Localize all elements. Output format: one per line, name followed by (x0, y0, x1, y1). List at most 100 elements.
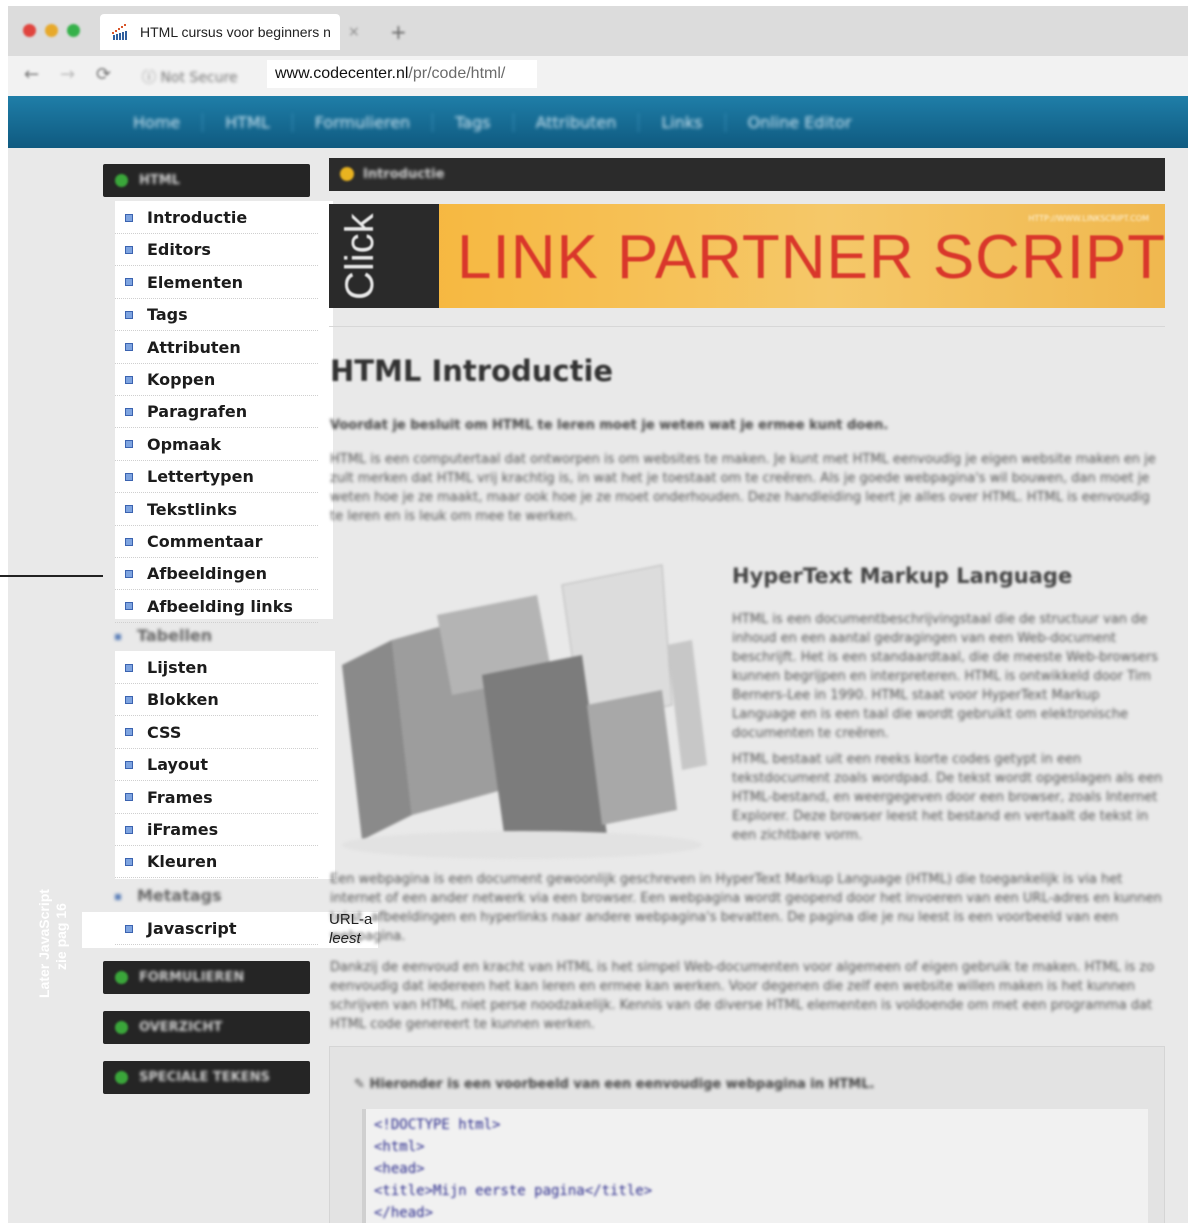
sidebar-item-koppen[interactable]: Koppen (115, 364, 318, 396)
bullet-icon (125, 793, 133, 802)
sidebar-item-label: iFrames (147, 820, 219, 839)
side-annotation: Later JavaScript zie pag 16 (36, 889, 70, 998)
sidebar-item-label: Tabellen (137, 626, 213, 645)
annotation-line: zie pag 16 (53, 903, 69, 970)
html-3d-logo-image (342, 564, 707, 859)
leest-line: leest (329, 930, 361, 947)
security-indicator[interactable]: ⓘ Not Secure (142, 67, 238, 87)
bullet-icon (125, 569, 133, 578)
code-line: </head> (374, 1205, 434, 1221)
bullet-icon (125, 728, 133, 737)
html-file-paragraph: HTML bestaat uit een reeks korte codes g… (732, 752, 1163, 843)
sidebar-item-iframes[interactable]: iFrames (115, 814, 318, 846)
sidebar-item-javascript[interactable]: Javascript (115, 913, 318, 945)
nav-item-home[interactable]: Home (133, 112, 204, 132)
sidebar-item-label: Opmaak (147, 434, 221, 454)
banner-click-text: Click Here (338, 204, 382, 300)
sidebar-item-label: Elementen (147, 272, 244, 292)
address-bar[interactable]: www.codecenter.nl/pr/code/html/ (267, 60, 537, 88)
sidebar-item-label: Metatags (137, 886, 222, 905)
url-a-line: URL-a (329, 911, 373, 928)
sidebar-item-tabellen[interactable]: Tabellen (115, 626, 212, 645)
sidebar-item-afbeeldingen[interactable]: Afbeeldingen (115, 558, 318, 591)
note-icon: ✎ (354, 1077, 365, 1092)
sidebar-item-blokken[interactable]: Blokken (115, 684, 318, 717)
banner-click-block: Click Here (329, 204, 439, 308)
forward-arrow-icon[interactable]: → (60, 64, 75, 85)
sidebar-header-html[interactable]: HTML (103, 164, 310, 197)
link-partner-banner[interactable]: Click Here LINK PARTNER SCRIPT HTTP://WW… (329, 204, 1165, 308)
nav-item-links[interactable]: Links (639, 112, 726, 132)
sidebar-item-label: Afbeelding links (147, 596, 293, 616)
intro-paragraph: HTML is een computertaal dat ontworpen i… (330, 452, 1156, 524)
reload-icon[interactable]: ⟳ (96, 64, 111, 85)
bullet-icon (125, 663, 133, 672)
bullet-icon (125, 857, 133, 866)
bullet-icon (125, 310, 133, 319)
sidebar-item-attributen[interactable]: Attributen (115, 332, 318, 364)
page-title: HTML Introductie (330, 354, 614, 388)
sidebar-item-lettertypen[interactable]: Lettertypen (115, 461, 318, 494)
back-arrow-icon[interactable]: ← (24, 64, 39, 85)
nav-item-html[interactable]: HTML (203, 112, 293, 132)
divider (329, 326, 1165, 327)
code-line: <!DOCTYPE html> (374, 1117, 501, 1133)
sidebar-item-label: Introductie (147, 208, 248, 227)
sidebar-item-elementen[interactable]: Elementen (115, 267, 318, 299)
close-window-button[interactable] (23, 24, 36, 37)
bullet-icon (125, 760, 133, 769)
site-favicon-icon (112, 24, 127, 40)
sidebar-item-frames[interactable]: Frames (115, 782, 318, 814)
sidebar-item-commentaar[interactable]: Commentaar (115, 526, 318, 558)
sidebar-item-label: Kleuren (147, 852, 218, 872)
bullet-icon (125, 472, 133, 481)
sidebar-header-formulieren[interactable]: FORMULIEREN (103, 961, 310, 994)
webpage-paragraph: Een webpagina is een document gewoonlijk… (330, 872, 1162, 944)
nav-item-formulieren[interactable]: Formulieren (293, 112, 434, 132)
sidebar-header-overzicht[interactable]: OVERZICHT (103, 1011, 310, 1044)
bullet-icon (125, 343, 133, 352)
nav-item-tags[interactable]: Tags (433, 112, 514, 132)
bullet-icon (115, 633, 121, 640)
browser-toolbar: ← → ⟳ ⓘ Not Secure www.codecenter.nl/pr/… (8, 56, 1188, 96)
sidebar-item-editors[interactable]: Editors (115, 234, 318, 267)
sidebar-item-css[interactable]: CSS (115, 717, 318, 749)
bullet-icon (125, 537, 133, 546)
nav-item-attributen[interactable]: Attributen (514, 112, 640, 132)
green-bullet-icon (115, 1071, 128, 1084)
code-note-text: Hieronder is een voorbeeld van een eenvo… (369, 1077, 875, 1092)
bullet-icon (125, 213, 133, 222)
url-host: www.codecenter.nl (275, 65, 409, 82)
sidebar-item-label: Afbeeldingen (147, 564, 268, 584)
sidebar-header-speciale-tekens[interactable]: SPECIALE TEKENS (103, 1061, 310, 1094)
sidebar-item-kleuren[interactable]: Kleuren (115, 846, 318, 879)
sidebar-item-paragrafen[interactable]: Paragrafen (115, 396, 318, 429)
sidebar-item-introductie[interactable]: Introductie (115, 202, 318, 234)
site-nav-items: Home HTML Formulieren Tags Attributen Links On… (133, 96, 874, 148)
sidebar-item-layout[interactable]: Layout (115, 749, 318, 782)
minimize-window-button[interactable] (45, 24, 58, 37)
maximize-window-button[interactable] (67, 24, 80, 37)
sidebar-item-lijsten[interactable]: Lijsten (115, 652, 318, 684)
sidebar-item-label: CSS (147, 722, 182, 742)
browser-tab[interactable]: HTML cursus voor beginners n (100, 14, 340, 50)
sidebar-item-tags[interactable]: Tags (115, 299, 318, 332)
lead-paragraph: Voordat je besluit om HTML te leren moet… (330, 418, 889, 433)
green-bullet-icon (115, 971, 128, 984)
url-path: /pr/code/html/ (408, 65, 506, 82)
sidebar-item-afbeelding-links[interactable]: Afbeelding links (115, 591, 318, 623)
sidebar-item-label: Tags (147, 305, 188, 325)
sidebar-header-label: OVERZICHT (139, 1020, 223, 1035)
sidebar-item-opmaak[interactable]: Opmaak (115, 429, 318, 461)
sidebar-item-label: Lijsten (147, 658, 208, 677)
sidebar-item-metatags[interactable]: Metatags (115, 886, 222, 905)
sidebar-item-tekstlinks[interactable]: Tekstlinks (115, 494, 318, 526)
new-tab-icon[interactable]: + (390, 20, 407, 44)
tab-title: HTML cursus voor beginners n (140, 24, 331, 40)
bullet-icon (125, 924, 133, 933)
bullet-icon (125, 375, 133, 384)
bullet-icon (125, 407, 133, 416)
tab-close-icon[interactable]: × (348, 24, 360, 40)
nav-item-online-editor[interactable]: Online Editor (726, 113, 874, 132)
info-icon: ⓘ (142, 70, 156, 86)
